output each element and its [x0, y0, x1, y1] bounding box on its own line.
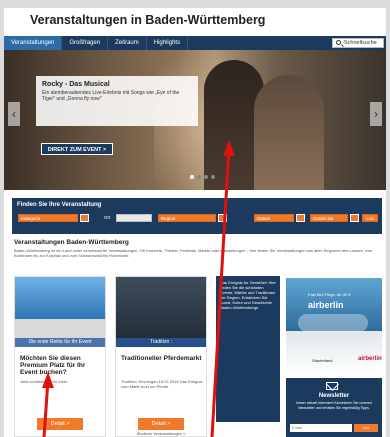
newsletter-box: Newsletter Immer aktuell informiert! Abo… — [286, 378, 382, 437]
hero-text: Ein atemberaubendes Live-Erlebnis mit So… — [42, 90, 180, 102]
newsletter-submit-button[interactable]: Los — [354, 424, 378, 432]
similar-events-link[interactable]: Ähnliche Veranstaltungen » — [116, 431, 206, 436]
event-card[interactable]: Die erste Reihe für Ihr Event Möchten Si… — [14, 276, 106, 437]
hero-promo-box: Rocky - Das Musical Ein atemberaubendes … — [36, 76, 198, 126]
newsletter-title: Newsletter — [318, 393, 350, 399]
ad-tagline: Fast fünf Flüge. Ab 40 € — [308, 292, 351, 297]
newsletter-email-input[interactable]: E-Mail — [290, 424, 352, 432]
site-header: Veranstaltungen in Baden-Württemberg — [4, 8, 386, 34]
card-caption: Tradition : — [116, 338, 206, 347]
date-to-field[interactable]: Datum bis — [310, 214, 348, 222]
detail-button[interactable]: Detail > — [138, 418, 184, 430]
hero-title: Rocky - Das Musical — [42, 81, 110, 88]
card-meta: Jetzt kontaktieren für mehr — [20, 379, 68, 384]
hero-slider[interactable]: ‹ › Rocky - Das Musical Ein atemberauben… — [4, 50, 386, 190]
browser-frame: Veranstaltungen in Baden-Württemberg Ver… — [4, 8, 386, 437]
calendar-icon[interactable] — [350, 214, 359, 222]
envelope-icon — [326, 382, 338, 390]
place-input[interactable] — [116, 214, 152, 222]
date-field[interactable]: Datum — [254, 214, 294, 222]
card-image — [116, 277, 206, 347]
search-button[interactable]: Los — [362, 214, 378, 222]
hero-image-person — [254, 75, 324, 190]
card-title: Traditioneller Pferdemarkt — [121, 355, 202, 362]
slider-dot[interactable] — [190, 175, 194, 179]
region-dropdown-icon[interactable] — [218, 214, 227, 222]
region-select[interactable]: Region — [158, 214, 216, 222]
ad-airplane-image — [298, 314, 368, 332]
nav-item-highlights[interactable]: Highlights — [147, 36, 189, 50]
event-card[interactable]: Tradition : Traditioneller Pferdemarkt T… — [115, 276, 207, 437]
nav-item-zeitraum[interactable]: Zeitraum — [108, 36, 147, 50]
place-label: Ort — [104, 215, 111, 220]
card-title: Möchten Sie diesen Premium Platz für Ihr… — [20, 355, 86, 376]
intro-text: Baden-Württemberg ist ein Land voller se… — [14, 248, 373, 258]
card-image — [15, 277, 105, 347]
ad-brand: airberlin — [308, 300, 344, 310]
event-finder: Finden Sie Ihre Veranstaltung Kategorie … — [12, 198, 382, 234]
info-column: Das Ereignis fur Genießer! Hier finden S… — [216, 276, 280, 422]
page: Veranstaltungen in Baden-Württemberg Ver… — [0, 0, 390, 437]
advertisement-banner[interactable]: Fast fünf Flüge. Ab 40 € airberlin Stauf… — [286, 278, 382, 374]
card-meta: Tradition: Kirchingen 18.02.2016 Das Ere… — [121, 379, 203, 389]
main-nav: Veranstaltungen Großfragen Zeitraum High… — [4, 36, 386, 50]
slider-prev-icon[interactable]: ‹ — [8, 102, 20, 126]
search-icon — [336, 40, 341, 45]
card-caption: Die erste Reihe für Ihr Event — [15, 338, 105, 347]
ad-airberlin-logo: airberlin — [358, 356, 382, 362]
nav-item-grossfragen[interactable]: Großfragen — [62, 36, 109, 50]
newsletter-text: Immer aktuell informiert! Abonnieren Sie… — [296, 401, 372, 410]
section-heading: Veranstaltungen Baden-Württemberg — [14, 239, 129, 246]
search-input[interactable]: Schnellsuche — [332, 38, 384, 48]
calendar-icon[interactable] — [296, 214, 305, 222]
slider-dots — [190, 175, 215, 179]
slider-dot[interactable] — [197, 175, 201, 179]
slider-dot[interactable] — [204, 175, 208, 179]
search-label: Schnellsuche — [344, 40, 377, 46]
category-select[interactable]: Kategorie — [18, 214, 78, 222]
nav-item-veranstaltungen[interactable]: Veranstaltungen — [4, 36, 63, 50]
slider-next-icon[interactable]: › — [370, 102, 382, 126]
ad-partner-logo: Stauferland — [312, 358, 333, 363]
finder-title: Finden Sie Ihre Veranstaltung — [17, 202, 102, 208]
category-dropdown-icon[interactable] — [80, 214, 89, 222]
slider-dot[interactable] — [211, 175, 215, 179]
site-title: Veranstaltungen in Baden-Württemberg — [30, 13, 266, 27]
direct-to-event-button[interactable]: DIREKT ZUM EVENT > — [41, 143, 113, 155]
detail-button[interactable]: Detail > — [37, 418, 83, 430]
